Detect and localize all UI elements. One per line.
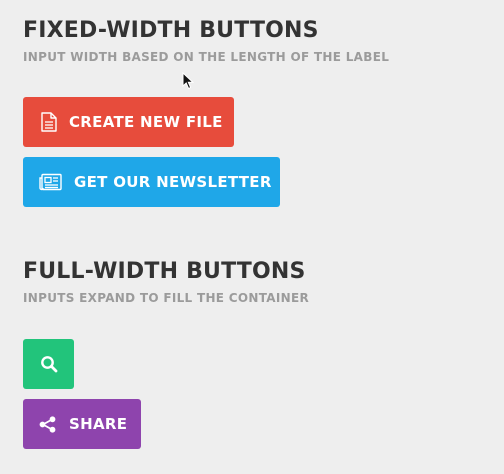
share-icon <box>39 415 56 433</box>
search-button[interactable] <box>23 339 74 389</box>
mouse-pointer-icon <box>182 71 195 90</box>
file-icon <box>40 112 58 132</box>
create-new-file-label: CREATE NEW FILE <box>69 112 223 131</box>
share-label: SHARE <box>69 414 128 433</box>
get-newsletter-button[interactable]: GET OUR NEWSLETTER <box>23 157 280 207</box>
newspaper-icon <box>39 173 62 191</box>
fixed-width-subheading: INPUT WIDTH BASED ON THE LENGTH OF THE L… <box>23 50 390 64</box>
fixed-width-heading: FIXED-WIDTH BUTTONS <box>23 18 319 43</box>
full-width-heading: FULL-WIDTH BUTTONS <box>23 259 306 284</box>
fixed-width-section: FIXED-WIDTH BUTTONS INPUT WIDTH BASED ON… <box>23 18 390 207</box>
full-width-section: FULL-WIDTH BUTTONS INPUTS EXPAND TO FILL… <box>23 259 310 449</box>
create-new-file-button[interactable]: CREATE NEW FILE <box>23 97 234 147</box>
full-width-subheading: INPUTS EXPAND TO FILL THE CONTAINER <box>23 291 310 305</box>
get-newsletter-label: GET OUR NEWSLETTER <box>74 172 272 191</box>
search-icon <box>40 355 58 373</box>
share-button[interactable]: SHARE <box>23 399 141 449</box>
